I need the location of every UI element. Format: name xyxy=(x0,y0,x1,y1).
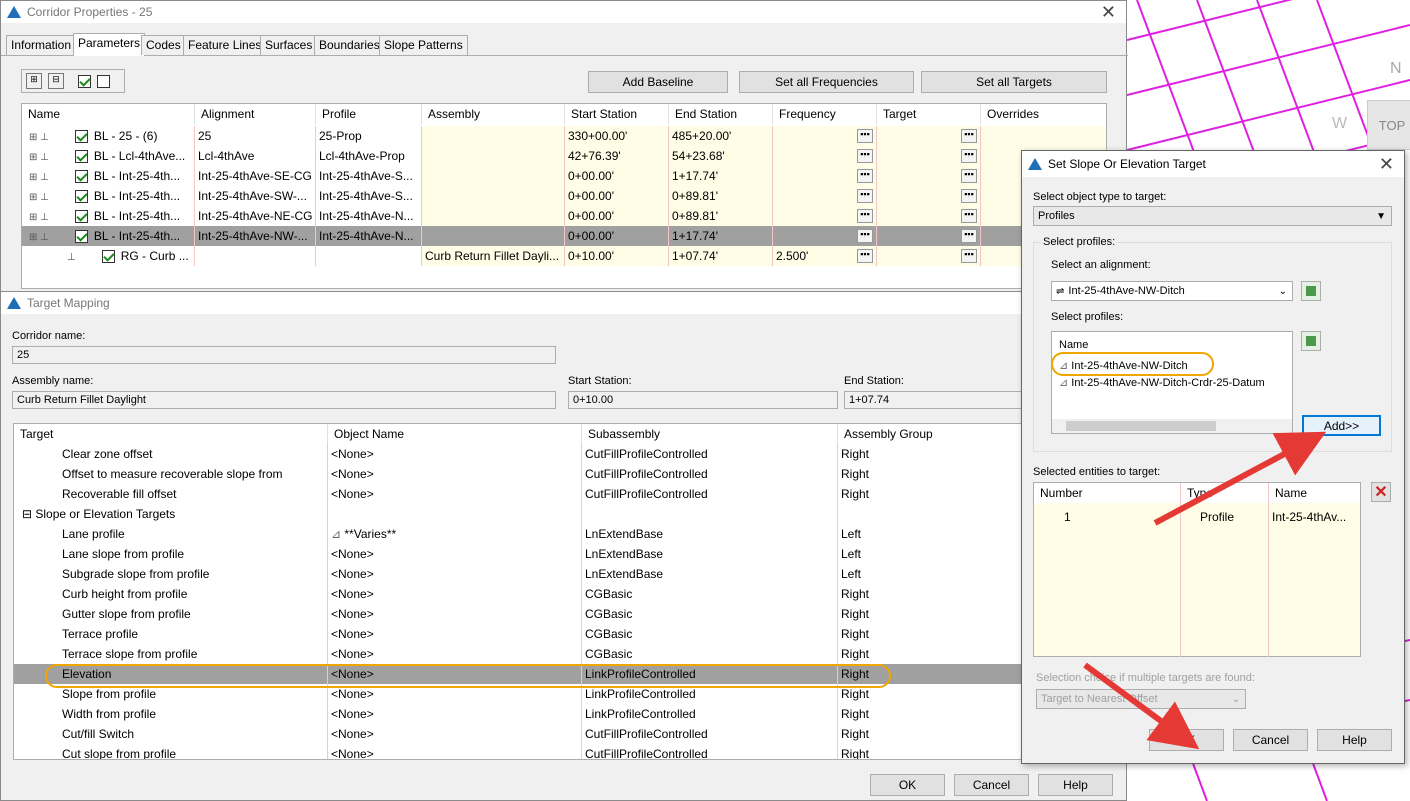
arrow-to-add-button xyxy=(1153,431,1327,526)
annotation-arrows xyxy=(1083,431,1327,750)
arrow-to-ok-button xyxy=(1083,662,1200,750)
